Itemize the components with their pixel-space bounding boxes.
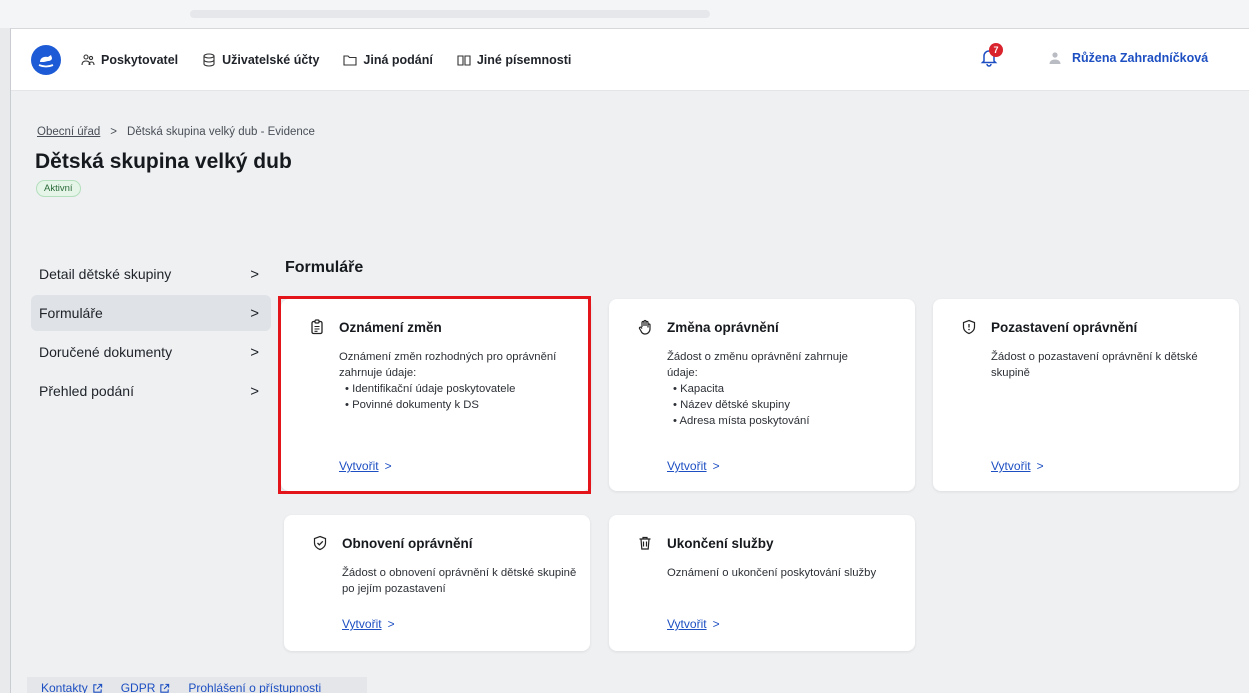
card-title: Změna oprávnění <box>667 319 779 335</box>
create-link[interactable]: Vytvořit > <box>667 617 720 631</box>
chevron-right-icon: > <box>250 343 259 361</box>
card-head: Ukončení služby <box>637 535 774 551</box>
sidebar-item-label: Formuláře <box>39 305 103 321</box>
card-intro: Oznámení o ukončení poskytování služby <box>667 567 877 579</box>
breadcrumb-root-link[interactable]: Obecní úřad <box>37 126 100 138</box>
app-logo-icon[interactable] <box>31 45 61 75</box>
form-card-pozastaveni-opravneni: Pozastavení oprávnění Žádost o pozastave… <box>933 299 1239 491</box>
chevron-right-icon: > <box>712 459 720 473</box>
alert-shield-icon <box>962 319 976 335</box>
card-head: Obnovení oprávnění <box>312 535 473 551</box>
folder-icon <box>343 55 357 66</box>
form-card-ukonceni-sluzby: Ukončení služby Oznámení o ukončení posk… <box>609 515 915 651</box>
chevron-right-icon: > <box>250 265 259 283</box>
nav-poskytovatel[interactable]: Poskytovatel <box>81 53 178 67</box>
sidebar-item-detail[interactable]: Detail dětské skupiny > <box>31 256 271 292</box>
blurred-address-bar <box>190 10 710 18</box>
external-link-icon <box>160 683 170 693</box>
user-name: Růžena Zahradníčková <box>1072 51 1209 65</box>
footer-link-label: Kontakty <box>41 681 88 693</box>
rocking-horse-icon <box>38 55 54 68</box>
footer-link-label: Prohlášení o přístupnosti <box>188 681 322 693</box>
hand-icon <box>638 319 651 335</box>
create-link[interactable]: Vytvořit > <box>667 459 720 473</box>
card-bullet: Kapacita <box>667 381 907 397</box>
top-header: Poskytovatel Uživatelské účty Jiná podán… <box>11 29 1249 91</box>
trash-icon <box>639 536 651 550</box>
footer-link-gdpr[interactable]: GDPR <box>121 681 171 693</box>
card-description: Žádost o pozastavení oprávnění k dětské … <box>991 349 1231 381</box>
chevron-right-icon: > <box>250 382 259 400</box>
footer: Kontakty GDPR Prohlášení o přístupnosti <box>27 677 367 693</box>
book-icon <box>457 55 471 66</box>
create-link-label: Vytvořit <box>667 459 707 473</box>
nav-label: Jiné písemnosti <box>476 53 572 67</box>
card-bullet: Název dětské skupiny <box>667 397 907 413</box>
section-title: Formuláře <box>285 259 364 276</box>
create-link[interactable]: Vytvořit > <box>991 459 1044 473</box>
footer-link-label: GDPR <box>120 681 156 693</box>
highlight-box <box>278 296 591 494</box>
notifications-button[interactable]: 7 <box>979 43 1003 71</box>
nav-label: Poskytovatel <box>101 53 179 67</box>
sidebar-item-label: Detail dětské skupiny <box>39 266 172 282</box>
app-window: Poskytovatel Uživatelské účty Jiná podán… <box>10 28 1249 693</box>
nav-uzivatelske-ucty[interactable]: Uživatelské účty <box>202 53 319 67</box>
nav-label: Jiná podání <box>363 53 433 67</box>
create-link[interactable]: Vytvořit > <box>342 617 395 631</box>
create-link-label: Vytvořit <box>667 617 707 631</box>
nav-jina-podani[interactable]: Jiná podání <box>343 53 433 67</box>
nav-label: Uživatelské účty <box>222 53 320 67</box>
sidebar-item-label: Doručené dokumenty <box>39 344 173 360</box>
footer-link-kontakty[interactable]: Kontakty <box>41 681 103 693</box>
chevron-right-icon: > <box>712 617 720 631</box>
create-link-label: Vytvořit <box>991 459 1031 473</box>
create-link-label: Vytvořit <box>342 617 382 631</box>
sidebar-item-prehled-podani[interactable]: Přehled podání > <box>31 373 271 409</box>
card-bullets: Kapacita Název dětské skupiny Adresa mís… <box>667 381 907 429</box>
card-head: Změna oprávnění <box>637 319 779 335</box>
shield-check-icon <box>313 535 327 551</box>
sidebar-item-label: Přehled podání <box>39 383 134 399</box>
card-description: Žádost o obnovení oprávnění k dětské sku… <box>342 565 582 597</box>
page-title: Dětská skupina velký dub <box>35 150 292 173</box>
breadcrumb-current: Dětská skupina velký dub - Evidence <box>127 126 315 138</box>
card-bullet: Adresa místa poskytování <box>667 413 907 429</box>
notifications-badge: 7 <box>989 43 1003 57</box>
card-intro: Žádost o změnu oprávnění zahrnuje údaje: <box>667 351 848 379</box>
people-icon <box>81 54 95 66</box>
card-intro: Žádost o pozastavení oprávnění k dětské … <box>991 351 1198 379</box>
card-title: Obnovení oprávnění <box>342 535 473 551</box>
card-title: Ukončení služby <box>667 535 774 551</box>
chevron-right-icon: > <box>1036 459 1044 473</box>
chevron-right-icon: > <box>250 304 259 322</box>
form-card-zmena-opravneni: Změna oprávnění Žádost o změnu oprávnění… <box>609 299 915 491</box>
external-link-icon <box>92 683 102 693</box>
card-description: Žádost o změnu oprávnění zahrnuje údaje:… <box>667 349 907 429</box>
card-intro: Žádost o obnovení oprávnění k dětské sku… <box>342 567 577 595</box>
user-menu[interactable]: Růžena Zahradníčková <box>1048 51 1208 65</box>
footer-link-pristupnost[interactable]: Prohlášení o přístupnosti <box>188 681 321 693</box>
card-title: Pozastavení oprávnění <box>991 319 1138 335</box>
status-badge: Aktivní <box>36 180 81 197</box>
browser-top-strip <box>0 0 1249 28</box>
form-card-obnoveni-opravneni: Obnovení oprávnění Žádost o obnovení opr… <box>284 515 590 651</box>
chevron-right-icon: > <box>387 617 395 631</box>
breadcrumb-separator: > <box>110 126 118 138</box>
sidebar: Detail dětské skupiny > Formuláře > Doruče… <box>31 256 271 412</box>
sidebar-item-dorucene-dokumenty[interactable]: Doručené dokumenty > <box>31 334 271 370</box>
breadcrumb: Obecní úřad > Dětská skupina velký dub -… <box>37 126 315 138</box>
card-description: Oznámení o ukončení poskytování služby <box>667 565 907 581</box>
sidebar-item-formulare[interactable]: Formuláře > <box>31 295 271 331</box>
main-nav: Poskytovatel Uživatelské účty Jiná podán… <box>81 29 571 91</box>
card-head: Pozastavení oprávnění <box>961 319 1137 335</box>
database-icon <box>203 53 215 67</box>
user-icon <box>1049 52 1061 64</box>
nav-jine-pisemnosti[interactable]: Jiné písemnosti <box>457 53 571 67</box>
